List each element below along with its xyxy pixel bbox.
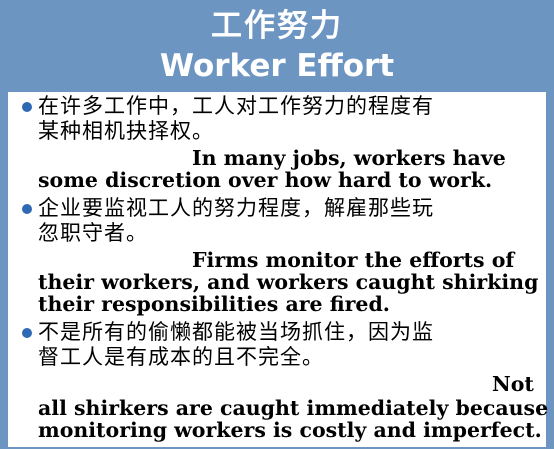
title-bar: 工作努力 Worker Effort (0, 0, 554, 92)
bullet-2-chinese-line-1: 企业要监视工人的努力程度，解雇那些玩 (38, 196, 434, 220)
slide: 工作努力 Worker Effort 在许多工作中，工人对工作努力的程度有 某种… (0, 0, 554, 449)
bullet-3-english-line-2: all shirkers are caught immediately beca… (38, 396, 549, 420)
bullet-3-english-line-1: Not (492, 372, 534, 396)
bullet-1-chinese-line-1: 在许多工作中，工人对工作努力的程度有 (38, 94, 434, 118)
bullet-dot-1 (22, 102, 32, 112)
bullet-3-chinese-line-2: 督工人是有成本的且不完全。 (38, 345, 324, 369)
bullet-2-english-line-2: their workers, and workers caught shirki… (38, 270, 539, 294)
title-chinese: 工作努力 (211, 8, 343, 44)
bullet-3-english-line-3: monitoring workers is costly and imperfe… (38, 418, 542, 442)
content-panel: 在许多工作中，工人对工作努力的程度有 某种相机抉择权。 In many jobs… (8, 92, 549, 447)
bullet-2-chinese-line-2: 忽职守者。 (38, 221, 148, 245)
bullet-1-english-line-2: some discretion over how hard to work. (38, 168, 493, 192)
title-english: Worker Effort (159, 48, 395, 84)
bullet-2-english-line-3: their responsibilities are fired. (38, 292, 390, 316)
bullet-3-chinese-line-1: 不是所有的偷懒都能被当场抓住，因为监 (38, 320, 434, 344)
bullet-dot-3 (22, 328, 32, 338)
bullet-1-chinese-line-2: 某种相机抉择权。 (38, 119, 214, 143)
bullet-1-english-line-1: In many jobs, workers have (192, 146, 506, 170)
bullet-dot-2 (22, 204, 32, 214)
bullet-2-english-line-1: Firms monitor the efforts of (192, 248, 515, 272)
